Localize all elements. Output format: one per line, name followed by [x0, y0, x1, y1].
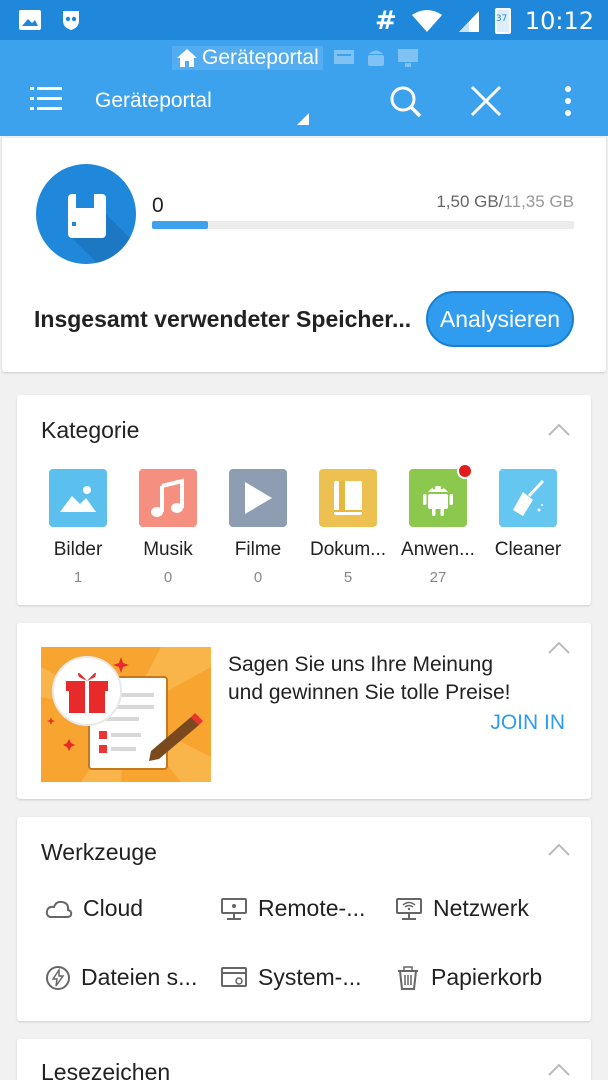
category-label: Bilder [53, 539, 103, 560]
category-tile [49, 469, 107, 527]
tools-title: Werkzeuge [41, 839, 157, 865]
promo-text: Sagen Sie uns Ihre Meinung und gewinnen … [228, 651, 511, 707]
storage-icon [36, 164, 136, 264]
file-share-icon [46, 965, 70, 990]
gallery-notification-icon [19, 10, 41, 30]
category-item-movies[interactable]: Filme 0 [213, 469, 303, 586]
tools-collapse-icon[interactable] [547, 843, 571, 857]
category-label: Dokum... [309, 539, 387, 560]
network-type-indicator: # [375, 6, 397, 36]
cloud-icon [45, 900, 73, 918]
join-in-button[interactable]: JOIN IN [490, 711, 565, 735]
tool-label: Netzwerk [433, 895, 529, 921]
category-count: 5 [343, 569, 353, 586]
storage-progress-bar [152, 221, 574, 229]
battery-icon: 37 [494, 8, 511, 34]
hamburger-menu-icon[interactable] [30, 86, 62, 112]
category-label: Filme [234, 539, 282, 560]
tool-item-system[interactable]: System-... [220, 964, 362, 991]
promo-line-1: Sagen Sie uns Ihre Meinung [228, 653, 494, 676]
tool-label: Remote-... [258, 895, 366, 921]
android-icon [423, 486, 453, 516]
category-tile [499, 469, 557, 527]
wifi-icon [411, 10, 442, 32]
network-icon [396, 897, 422, 920]
tool-item-file-share[interactable]: Dateien s... [45, 964, 197, 991]
promo-card[interactable]: Sagen Sie uns Ihre Meinung und gewinnen … [17, 623, 591, 799]
promo-line-2: und gewinnen Sie tolle Preise! [228, 681, 511, 704]
bookmarks-collapse-icon[interactable] [547, 1063, 571, 1077]
category-tile [229, 469, 287, 527]
broom-icon [513, 479, 545, 516]
title-dropdown-icon[interactable] [297, 113, 309, 125]
promo-collapse-icon[interactable] [547, 641, 571, 655]
trash-icon [398, 965, 418, 990]
search-icon[interactable] [388, 84, 422, 118]
category-label: Musik [143, 539, 193, 560]
category-label: Anwen... [401, 539, 475, 560]
storage-size-used: 1,50 GB/ [436, 192, 504, 211]
category-count: 27 [429, 569, 447, 586]
category-item-apps[interactable]: Anwen... 27 [393, 463, 483, 586]
category-item-cleaner[interactable]: Cleaner [483, 469, 573, 569]
breadcrumb[interactable]: Geräteportal [172, 44, 419, 72]
tool-label: System-... [258, 964, 362, 990]
category-title: Kategorie [41, 417, 140, 443]
tools-card: Werkzeuge Cloud Remote-... Netzwerk Date… [17, 817, 591, 1021]
category-tile [139, 469, 197, 527]
storage-card[interactable]: 0 1,50 GB/11,35 GB Insgesamt verwendeter… [2, 138, 606, 372]
category-item-music[interactable]: Musik 0 [123, 469, 213, 586]
tool-item-network[interactable]: Netzwerk [395, 895, 529, 922]
storage-label: Insgesamt verwendeter Speicher... [34, 306, 412, 332]
tool-item-cloud[interactable]: Cloud [45, 895, 143, 922]
remote-icon [221, 897, 247, 920]
storage-size-readout: 1,50 GB/11,35 GB [436, 192, 574, 212]
analyze-button[interactable]: Analysieren [426, 291, 574, 347]
more-options-icon[interactable] [556, 84, 580, 118]
clock: 10:12 [524, 7, 594, 35]
cell-signal-icon [458, 11, 479, 32]
system-icon [221, 966, 247, 987]
category-item-documents[interactable]: Dokum... 5 [303, 469, 393, 586]
category-collapse-icon[interactable] [547, 423, 571, 437]
close-icon[interactable] [469, 84, 503, 118]
tool-label: Cloud [83, 895, 144, 921]
category-count: 0 [253, 569, 263, 586]
android-tab-icon[interactable] [365, 48, 387, 68]
music-icon [151, 478, 184, 517]
category-tile [409, 463, 473, 527]
monitor-tab-icon[interactable] [397, 48, 419, 68]
tool-item-trash[interactable]: Papierkorb [395, 964, 542, 991]
tool-label: Papierkorb [431, 964, 543, 990]
category-tile [319, 469, 377, 527]
home-icon [177, 49, 197, 67]
storage-size-total: 11,35 GB [503, 192, 574, 211]
tool-label: Dateien s... [81, 964, 198, 990]
breadcrumb-home[interactable]: Geräteportal [172, 46, 323, 70]
window-tab-icon[interactable] [333, 48, 355, 68]
app-bar-title[interactable]: Geräteportal [95, 89, 212, 113]
app-notification-icon [63, 11, 79, 30]
tool-item-remote[interactable]: Remote-... [220, 895, 365, 922]
breadcrumb-label: Geräteportal [202, 46, 319, 69]
play-icon [245, 482, 272, 514]
bookmarks-title: Lesezeichen [41, 1059, 171, 1080]
category-count: 0 [163, 569, 173, 586]
category-item-images[interactable]: Bilder 1 [33, 469, 123, 586]
status-bar: # 37 10:12 [0, 0, 608, 40]
image-icon [60, 486, 96, 512]
app-bar: Geräteportal Geräteportal [0, 40, 608, 136]
new-badge [457, 463, 473, 479]
promo-image [41, 647, 211, 782]
storage-progress-fill [152, 221, 208, 229]
document-icon [334, 481, 362, 515]
battery-level: 37 [495, 14, 508, 24]
storage-used-value: 0 [152, 194, 164, 217]
category-card: Kategorie Bilder 1 Musik 0 Filme 0 Dokum… [17, 395, 591, 605]
category-label: Cleaner [494, 539, 562, 560]
category-count: 1 [73, 569, 83, 586]
bookmarks-card: Lesezeichen [17, 1039, 591, 1080]
